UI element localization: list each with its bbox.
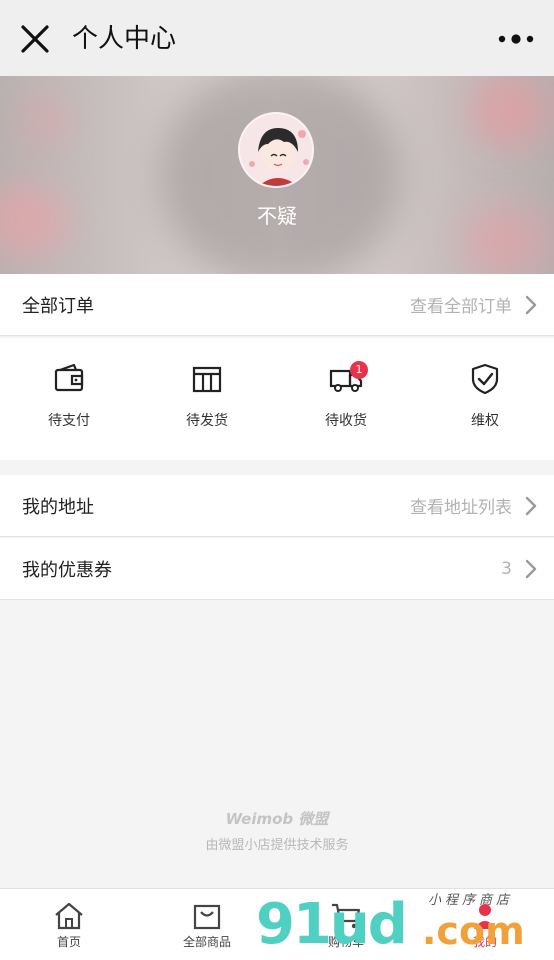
tab-label: 我的 bbox=[472, 935, 497, 949]
username: 不疑 bbox=[257, 204, 297, 228]
view-all-orders-link[interactable]: 查看全部订单 bbox=[410, 292, 512, 317]
view-address-list-link[interactable]: 查看地址列表 bbox=[410, 493, 512, 518]
order-status-after-sales[interactable]: 维权 bbox=[416, 362, 554, 430]
order-status-label: 待发货 bbox=[186, 413, 228, 429]
page-title: 个人中心 bbox=[72, 24, 177, 54]
all-orders-label: 全部订单 bbox=[22, 295, 94, 317]
tech-support-note: 由微盟小店提供技术服务 bbox=[205, 838, 349, 853]
chevron-right-icon bbox=[525, 295, 537, 315]
pending-receipt-badge: 1 bbox=[350, 361, 368, 379]
my-address-row[interactable]: 我的地址 查看地址列表 bbox=[0, 475, 554, 537]
shield-check-icon bbox=[471, 363, 499, 395]
order-status-pending-payment[interactable]: 待支付 bbox=[0, 362, 138, 430]
tab-home[interactable]: 首页 bbox=[0, 901, 138, 950]
bottom-tab-bar: 首页 全部商品 购物车 我的 bbox=[0, 888, 554, 960]
order-status-grid: 待支付 待发货 待收货 维权 bbox=[0, 338, 554, 460]
tab-label: 首页 bbox=[56, 935, 81, 949]
profile-banner: 不疑 bbox=[0, 76, 554, 274]
cart-icon bbox=[332, 903, 361, 929]
my-coupons-row[interactable]: 我的优惠券 3 bbox=[0, 538, 554, 600]
coupon-count: 3 bbox=[501, 558, 512, 579]
my-coupons-label: 我的优惠券 bbox=[22, 559, 112, 581]
weimob-logo: Weimob 微盟 bbox=[225, 810, 329, 828]
order-status-pending-receipt[interactable]: 待收货 bbox=[277, 362, 415, 430]
all-orders-row[interactable]: 全部订单 查看全部订单 bbox=[0, 274, 554, 336]
tab-all-products[interactable]: 全部商品 bbox=[138, 901, 276, 950]
order-status-label: 待收货 bbox=[325, 413, 367, 429]
my-address-label: 我的地址 bbox=[22, 496, 94, 518]
tab-label: 购物车 bbox=[327, 935, 364, 949]
home-icon bbox=[55, 902, 83, 930]
bag-icon bbox=[193, 904, 221, 930]
chevron-right-icon bbox=[525, 496, 537, 516]
wallet-icon bbox=[54, 363, 84, 392]
more-icon[interactable] bbox=[496, 26, 536, 52]
tab-label: 全部商品 bbox=[182, 935, 231, 949]
chevron-right-icon bbox=[525, 559, 537, 579]
tab-cart[interactable]: 购物车 bbox=[277, 901, 415, 950]
avatar[interactable] bbox=[238, 112, 314, 188]
close-icon[interactable] bbox=[18, 22, 52, 56]
box-icon bbox=[192, 366, 222, 393]
order-status-label: 维权 bbox=[471, 413, 499, 429]
order-status-label: 待支付 bbox=[48, 413, 90, 429]
order-status-pending-shipment[interactable]: 待发货 bbox=[138, 362, 276, 430]
tab-mine[interactable]: 我的 bbox=[416, 901, 554, 950]
top-bar: 个人中心 bbox=[0, 0, 554, 76]
user-icon bbox=[474, 904, 496, 929]
